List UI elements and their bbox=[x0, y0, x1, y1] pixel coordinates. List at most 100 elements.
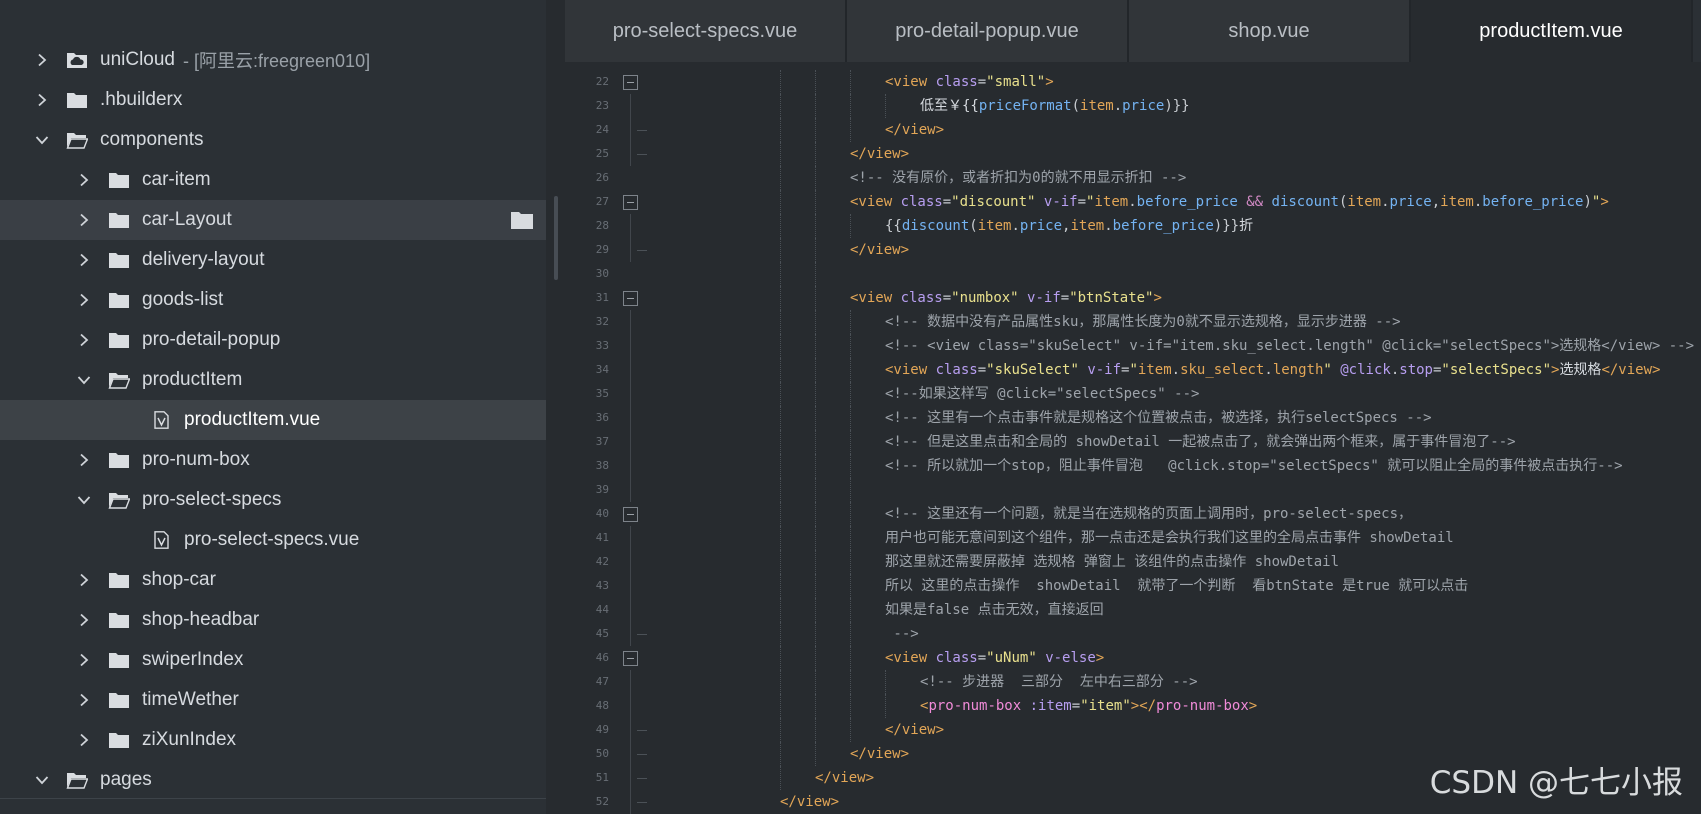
code-line: 36 <!-- 这里有一个点击事件就是规格这个位置被点击，被选择，执行select… bbox=[565, 406, 1701, 430]
code-text: <view class="numbox" v-if="btnState"> bbox=[850, 286, 1162, 310]
tree-item-shop-car[interactable]: shop-car bbox=[0, 560, 546, 600]
tree-item-pages[interactable]: pages bbox=[0, 760, 546, 800]
tree-item-pro-detail-popup[interactable]: pro-detail-popup bbox=[0, 320, 546, 360]
code-text: 所以 这里的点击操作 showDetail 就带了一个判断 看btnState … bbox=[885, 574, 1468, 598]
editor-tab-shop-vue[interactable]: shop.vue bbox=[1129, 0, 1411, 62]
tree-item-swiperindex[interactable]: swiperIndex bbox=[0, 640, 546, 680]
chevron-right-icon[interactable] bbox=[74, 650, 94, 670]
indent-guide bbox=[885, 94, 886, 118]
line-number: 37 bbox=[595, 435, 609, 448]
code-token: <view bbox=[885, 650, 936, 666]
tree-item-car-layout[interactable]: car-Layout bbox=[0, 200, 546, 240]
tree-item-pro-select-specs[interactable]: pro-select-specs bbox=[0, 480, 546, 520]
line-number: 31 bbox=[595, 291, 609, 304]
indent-guide bbox=[780, 718, 781, 742]
tree-item-components[interactable]: components bbox=[0, 120, 546, 160]
indent-guide bbox=[780, 382, 781, 406]
fold-toggle-icon[interactable] bbox=[623, 651, 638, 666]
code-token: ></ bbox=[1130, 698, 1157, 714]
tree-item-zixunindex[interactable]: ziXunIndex bbox=[0, 720, 546, 760]
chevron-right-icon[interactable] bbox=[32, 90, 52, 110]
code-line: 43 所以 这里的点击操作 showDetail 就带了一个判断 看btnStat… bbox=[565, 574, 1701, 598]
fold-guide bbox=[630, 406, 631, 430]
line-number: 51 bbox=[595, 771, 609, 784]
indent-guide bbox=[815, 670, 816, 694]
code-area[interactable]: 22 <view class="small"> 23 低至￥{{priceFormat… bbox=[565, 70, 1701, 814]
tree-item-shop-headbar[interactable]: shop-headbar bbox=[0, 600, 546, 640]
chevron-right-icon[interactable] bbox=[74, 250, 94, 270]
chevron-right-icon[interactable] bbox=[32, 50, 52, 70]
chevron-down-icon[interactable] bbox=[32, 130, 52, 150]
indent-guide bbox=[815, 454, 816, 478]
tree-item-car-item[interactable]: car-item bbox=[0, 160, 546, 200]
editor-tab-pro-detail-popup-vue[interactable]: pro-detail-popup.vue bbox=[847, 0, 1129, 62]
code-text: <view class="small"> bbox=[885, 70, 1054, 94]
folder-open-icon bbox=[106, 489, 132, 511]
chevron-right-icon[interactable] bbox=[74, 170, 94, 190]
code-token: price bbox=[1389, 194, 1432, 210]
code-text: <pro-num-box :item="item"></pro-num-box> bbox=[920, 694, 1257, 718]
chevron-right-icon[interactable] bbox=[74, 210, 94, 230]
tree-item-label: shop-car bbox=[142, 569, 216, 590]
tree-item-delivery-layout[interactable]: delivery-layout bbox=[0, 240, 546, 280]
folder-icon bbox=[106, 249, 132, 271]
code-line: 29 </view> bbox=[565, 238, 1701, 262]
sidebar-scrollbar[interactable] bbox=[554, 196, 558, 280]
fold-toggle-icon[interactable] bbox=[623, 507, 638, 522]
tree-item-productitem[interactable]: productItem bbox=[0, 360, 546, 400]
tree-item-pro-select-specs-vue[interactable]: pro-select-specs.vue bbox=[0, 520, 546, 560]
project-explorer: uniCloud - [阿里云:freegreen010] .hbuilderx co… bbox=[0, 0, 546, 814]
chevron-down-icon[interactable] bbox=[74, 370, 94, 390]
tree-item-label: uniCloud bbox=[100, 49, 175, 70]
line-number: 25 bbox=[595, 147, 609, 160]
hbuilderx-window: uniCloud - [阿里云:freegreen010] .hbuilderx co… bbox=[0, 0, 1701, 814]
code-token: class bbox=[935, 362, 978, 378]
code-token: v-if bbox=[1087, 362, 1122, 378]
editor-tab-pro-select-specs-vue[interactable]: pro-select-specs.vue bbox=[565, 0, 847, 62]
code-line: 23 低至￥{{priceFormat(item.price)}} bbox=[565, 94, 1701, 118]
code-token: = bbox=[977, 362, 987, 378]
code-token: price bbox=[1122, 98, 1165, 114]
indent-guide bbox=[780, 430, 781, 454]
code-line: 47 <!-- 步进器 三部分 左中右三部分 --> bbox=[565, 670, 1701, 694]
fold-guide bbox=[630, 94, 631, 118]
code-text: <!-- 所以就加一个stop，阻止事件冒泡 @click.stop="sele… bbox=[885, 454, 1623, 478]
code-line: 32 <!-- 数据中没有产品属性sku，那属性长度为0就不显示选规格，显示步进器… bbox=[565, 310, 1701, 334]
fold-toggle-icon[interactable] bbox=[623, 75, 638, 90]
fold-toggle-icon[interactable] bbox=[623, 195, 638, 210]
folder-icon bbox=[106, 449, 132, 471]
line-number: 34 bbox=[595, 363, 609, 376]
tree-item-label: pro-select-specs.vue bbox=[184, 529, 360, 550]
line-number: 50 bbox=[595, 747, 609, 760]
code-line: 28 {{discount(item.price,item.before_pric… bbox=[565, 214, 1701, 238]
chevron-right-icon[interactable] bbox=[74, 330, 94, 350]
editor-tab-productitem-vue[interactable]: productItem.vue bbox=[1411, 0, 1693, 62]
chevron-right-icon[interactable] bbox=[74, 610, 94, 630]
chevron-right-icon[interactable] bbox=[74, 450, 94, 470]
chevron-down-icon[interactable] bbox=[74, 490, 94, 510]
tree-item-pro-num-box[interactable]: pro-num-box bbox=[0, 440, 546, 480]
fold-guide bbox=[630, 142, 631, 166]
indent-guide bbox=[885, 670, 886, 694]
chevron-down-icon[interactable] bbox=[32, 770, 52, 790]
add-folder-icon[interactable] bbox=[510, 210, 534, 230]
chevron-right-icon[interactable] bbox=[74, 570, 94, 590]
code-line: 34 <view class="skuSelect" v-if="item.sku… bbox=[565, 358, 1701, 382]
chevron-right-icon[interactable] bbox=[74, 690, 94, 710]
chevron-right-icon[interactable] bbox=[74, 290, 94, 310]
line-number: 46 bbox=[595, 651, 609, 664]
line-number: 27 bbox=[595, 195, 609, 208]
tree-item-productitem-vue[interactable]: productItem.vue bbox=[0, 400, 546, 440]
tree-item-hbuilderx[interactable]: .hbuilderx bbox=[0, 80, 546, 120]
tree-item-unicloud[interactable]: uniCloud - [阿里云:freegreen010] bbox=[0, 40, 546, 80]
code-token: item bbox=[1070, 218, 1105, 234]
code-token: @click bbox=[1340, 362, 1391, 378]
fold-toggle-icon[interactable] bbox=[623, 291, 638, 306]
tree-item-timewether[interactable]: timeWether bbox=[0, 680, 546, 720]
code-token: length bbox=[1272, 362, 1324, 378]
tree-item-goods-list[interactable]: goods-list bbox=[0, 280, 546, 320]
chevron-right-icon[interactable] bbox=[74, 730, 94, 750]
line-number: 44 bbox=[595, 603, 609, 616]
indent-guide bbox=[780, 94, 781, 118]
fold-guide bbox=[630, 790, 631, 814]
